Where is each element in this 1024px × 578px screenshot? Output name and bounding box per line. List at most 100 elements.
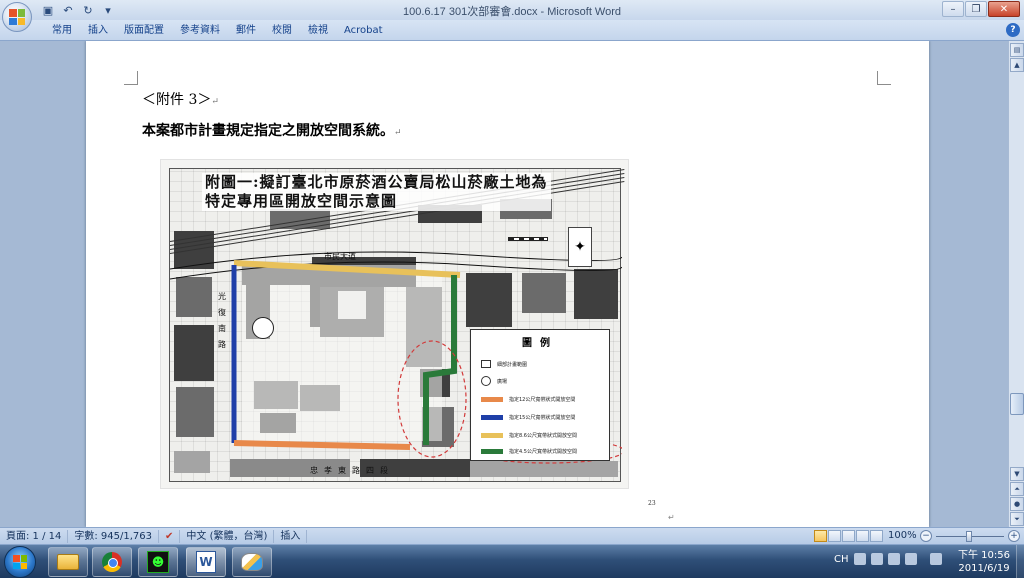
settings-tray-icon[interactable]: [904, 553, 917, 565]
taskbar-word[interactable]: W: [186, 547, 226, 577]
word-count[interactable]: 字數: 945/1,763: [68, 529, 160, 543]
open-space-yellow: [233, 260, 461, 278]
orange-swatch: [481, 397, 503, 402]
yellow-swatch: [481, 433, 503, 438]
vertical-scrollbar[interactable]: ▤ ▲ ▼ ⏶ ● ⏷: [1008, 41, 1024, 527]
map-title: 附圖一:擬訂臺北市原菸酒公賣局松山菸廠土地為 特定專用區開放空間示意圖: [202, 173, 551, 211]
body-text: 本案都市計畫規定指定之開放空間系統。↵: [142, 120, 402, 140]
road-label-top: 市民大道: [324, 252, 356, 261]
paragraph-mark: ↵: [394, 128, 402, 138]
ruler-toggle-icon[interactable]: ▤: [1010, 43, 1024, 57]
legend-label: 指定4.5公尺寬帶狀式開放空間: [509, 449, 577, 455]
page-number: 23: [648, 500, 656, 507]
open-space-orange: [233, 440, 411, 450]
taskbar-chrome[interactable]: [92, 547, 132, 577]
legend-item: 指定12公尺寬帶狀式開放空間: [481, 396, 575, 403]
status-bar: 頁面: 1 / 14 字數: 945/1,763 ✔ 中文 (繁體，台灣) 插入…: [0, 527, 1024, 544]
clock-date: 2011/6/19: [958, 563, 1010, 574]
scroll-up-icon[interactable]: ▲: [1010, 58, 1024, 72]
document-page[interactable]: ＜附件 3＞↵ 本案都市計畫規定指定之開放空間系統。↵ 附圖一:擬訂臺北市原菸酒…: [86, 41, 929, 527]
zoom-in-button[interactable]: +: [1008, 530, 1020, 542]
legend-item: 廣場: [481, 376, 507, 386]
legend-item: 指定4.5公尺寬帶狀式開放空間: [481, 448, 577, 455]
help-icon[interactable]: ?: [1006, 23, 1020, 37]
taskbar-explorer[interactable]: [48, 547, 88, 577]
zoom-out-button[interactable]: −: [920, 530, 932, 542]
crop-mark-top-left: [124, 71, 138, 85]
close-button[interactable]: ✕: [988, 1, 1020, 17]
input-method-icon[interactable]: [853, 553, 866, 565]
view-buttons: [814, 530, 883, 542]
outline-button[interactable]: [856, 530, 869, 542]
language-indicator[interactable]: 中文 (繁體，台灣): [180, 529, 275, 543]
tab-acrobat[interactable]: Acrobat: [336, 23, 391, 39]
word-icon: W: [196, 551, 216, 573]
plaza-swatch: [481, 376, 491, 386]
game-icon: ☻: [147, 551, 169, 573]
chrome-icon: [102, 552, 122, 572]
legend-item: 指定8.6公尺寬帶狀式開放空間: [481, 432, 577, 439]
map-canvas: 附圖一:擬訂臺北市原菸酒公賣局松山菸廠土地為 特定專用區開放空間示意圖 市民大道…: [169, 168, 625, 482]
page-indicator[interactable]: 頁面: 1 / 14: [0, 529, 69, 543]
office-button[interactable]: [2, 2, 32, 32]
map-figure[interactable]: 附圖一:擬訂臺北市原菸酒公賣局松山菸廠土地為 特定專用區開放空間示意圖 市民大道…: [160, 159, 629, 489]
paint-icon: [241, 553, 263, 571]
tab-view[interactable]: 檢視: [300, 23, 336, 39]
legend-title: 圖例: [522, 338, 558, 349]
body-text-content: 本案都市計畫規定指定之開放空間系統。: [142, 123, 394, 139]
clock-time: 下午 10:56: [958, 550, 1010, 561]
green-swatch: [481, 449, 503, 454]
tab-review[interactable]: 校閱: [264, 23, 300, 39]
browse-object-icon[interactable]: ●: [1010, 497, 1024, 511]
system-tray: CH: [834, 553, 942, 565]
proofing-icon[interactable]: ✔: [159, 529, 181, 543]
legend-label: 指定8.6公尺寬帶狀式開放空間: [509, 433, 577, 439]
map-scale-bar: [508, 237, 548, 241]
legend-label: 指定15公尺寬帶狀式開放空間: [509, 415, 576, 421]
road-label-left: 光復南路: [218, 292, 226, 349]
boundary-swatch: [481, 360, 491, 368]
title-bar: ▣ ↶ ↻ ▾ 100.6.17 301次部審會.docx - Microsof…: [0, 0, 1024, 32]
zoom-slider-thumb[interactable]: [966, 531, 972, 542]
insert-mode[interactable]: 插入: [274, 529, 308, 543]
previous-page-icon[interactable]: ⏶: [1010, 482, 1024, 496]
paragraph-mark: ↵: [211, 97, 219, 107]
crop-mark-top-right: [877, 71, 891, 85]
road-label-bottom: 忠孝東路四段: [310, 466, 394, 475]
legend-label: 廣場: [497, 378, 508, 385]
clock[interactable]: 下午 10:56 2011/6/19: [956, 549, 1012, 575]
scroll-down-icon[interactable]: ▼: [1010, 467, 1024, 481]
help-tray-icon[interactable]: [887, 553, 900, 565]
document-area: ＜附件 3＞↵ 本案都市計畫規定指定之開放空間系統。↵ 附圖一:擬訂臺北市原菸酒…: [0, 41, 1008, 527]
tab-page-layout[interactable]: 版面配置: [116, 23, 172, 39]
map-title-line2: 特定專用區開放空間示意圖: [205, 192, 398, 210]
keyboard-icon[interactable]: [870, 553, 883, 565]
window-controls: – ❐ ✕: [942, 1, 1020, 17]
full-screen-reading-button[interactable]: [828, 530, 841, 542]
print-layout-button[interactable]: [814, 530, 827, 542]
taskbar-paint[interactable]: [232, 547, 272, 577]
draft-button[interactable]: [870, 530, 883, 542]
show-desktop-button[interactable]: [1016, 545, 1024, 578]
web-layout-button[interactable]: [842, 530, 855, 542]
tab-home[interactable]: 常用: [44, 23, 80, 39]
restore-button[interactable]: ❐: [965, 1, 987, 17]
legend-label: 指定12公尺寬帶狀式開放空間: [509, 397, 576, 403]
ribbon-tabs: 常用 插入 版面配置 參考資料 郵件 校閱 檢視 Acrobat: [44, 23, 391, 39]
tab-insert[interactable]: 插入: [80, 23, 116, 39]
taskbar: ☻ W CH 下午 10:56 2011/6/19: [0, 544, 1024, 578]
office-logo-icon: [9, 9, 25, 25]
next-page-icon[interactable]: ⏷: [1010, 512, 1024, 526]
tab-references[interactable]: 參考資料: [172, 23, 228, 39]
start-button[interactable]: [4, 546, 36, 578]
minimize-button[interactable]: –: [942, 1, 964, 17]
zoom-level[interactable]: 100%: [888, 530, 917, 541]
open-space-green: [423, 275, 457, 445]
paragraph-mark: ↵: [668, 513, 675, 522]
flag-icon[interactable]: [929, 553, 942, 565]
taskbar-game[interactable]: ☻: [138, 547, 178, 577]
blue-swatch: [481, 415, 503, 420]
tab-mailings[interactable]: 郵件: [228, 23, 264, 39]
scroll-thumb[interactable]: [1010, 393, 1024, 415]
language-bar[interactable]: CH: [834, 554, 849, 565]
